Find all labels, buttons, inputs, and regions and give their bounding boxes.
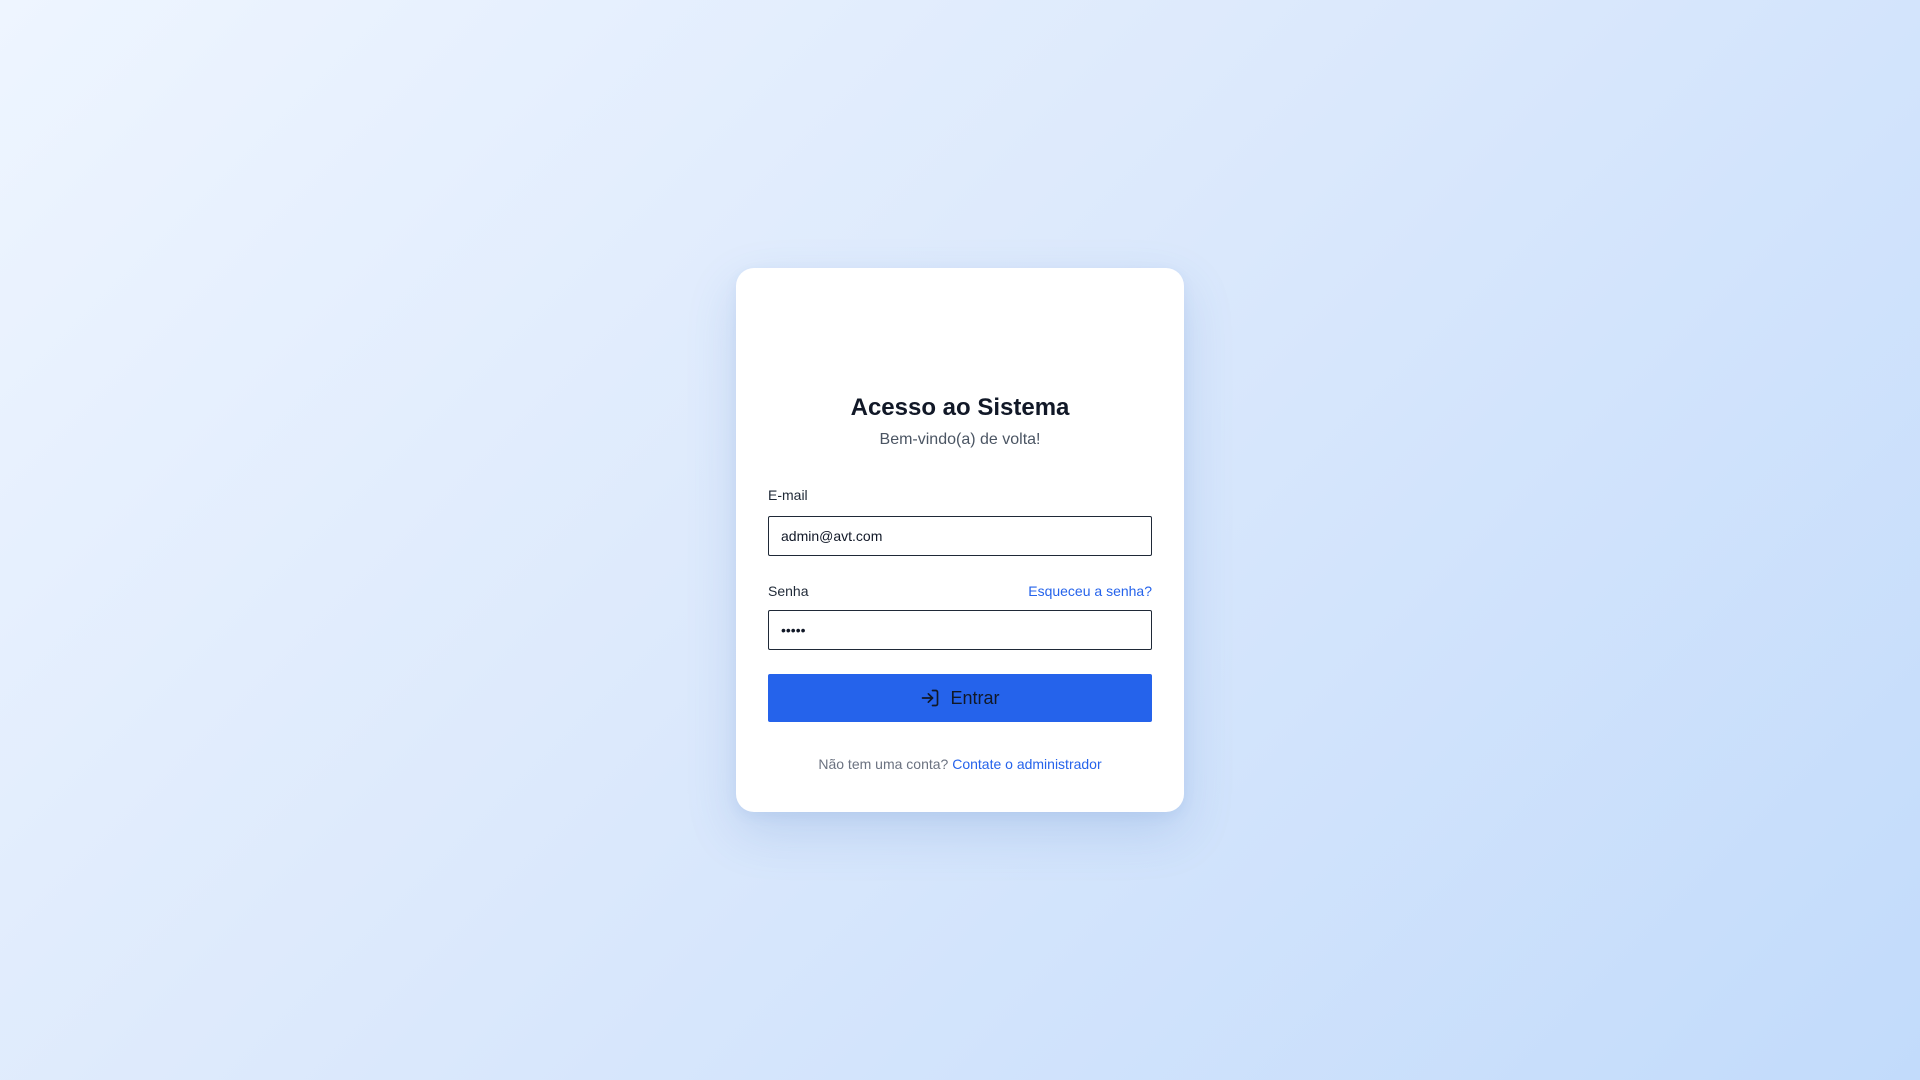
login-button[interactable]: Entrar (768, 674, 1152, 722)
logo-placeholder (768, 268, 1152, 392)
login-card: Acesso ao Sistema Bem-vindo(a) de volta!… (736, 268, 1184, 812)
email-field[interactable] (768, 516, 1152, 556)
page-subtitle: Bem-vindo(a) de volta! (879, 431, 1041, 448)
signup-prompt: Não tem uma conta? Contate o administrad… (768, 755, 1152, 773)
contact-admin-link[interactable]: Contate o administrador (952, 756, 1101, 772)
email-label-row: E-mail (768, 486, 1152, 504)
password-label-row: Senha Esqueceu a senha? (768, 582, 1152, 600)
signup-prompt-text: Não tem uma conta? (818, 756, 949, 772)
page-title: Acesso ao Sistema (850, 394, 1070, 421)
login-icon (920, 688, 940, 708)
password-label: Senha (768, 583, 809, 599)
password-field[interactable] (768, 610, 1152, 650)
login-button-label: Entrar (950, 687, 1000, 708)
email-label: E-mail (768, 487, 808, 503)
forgot-password-link[interactable]: Esqueceu a senha? (1028, 583, 1152, 599)
